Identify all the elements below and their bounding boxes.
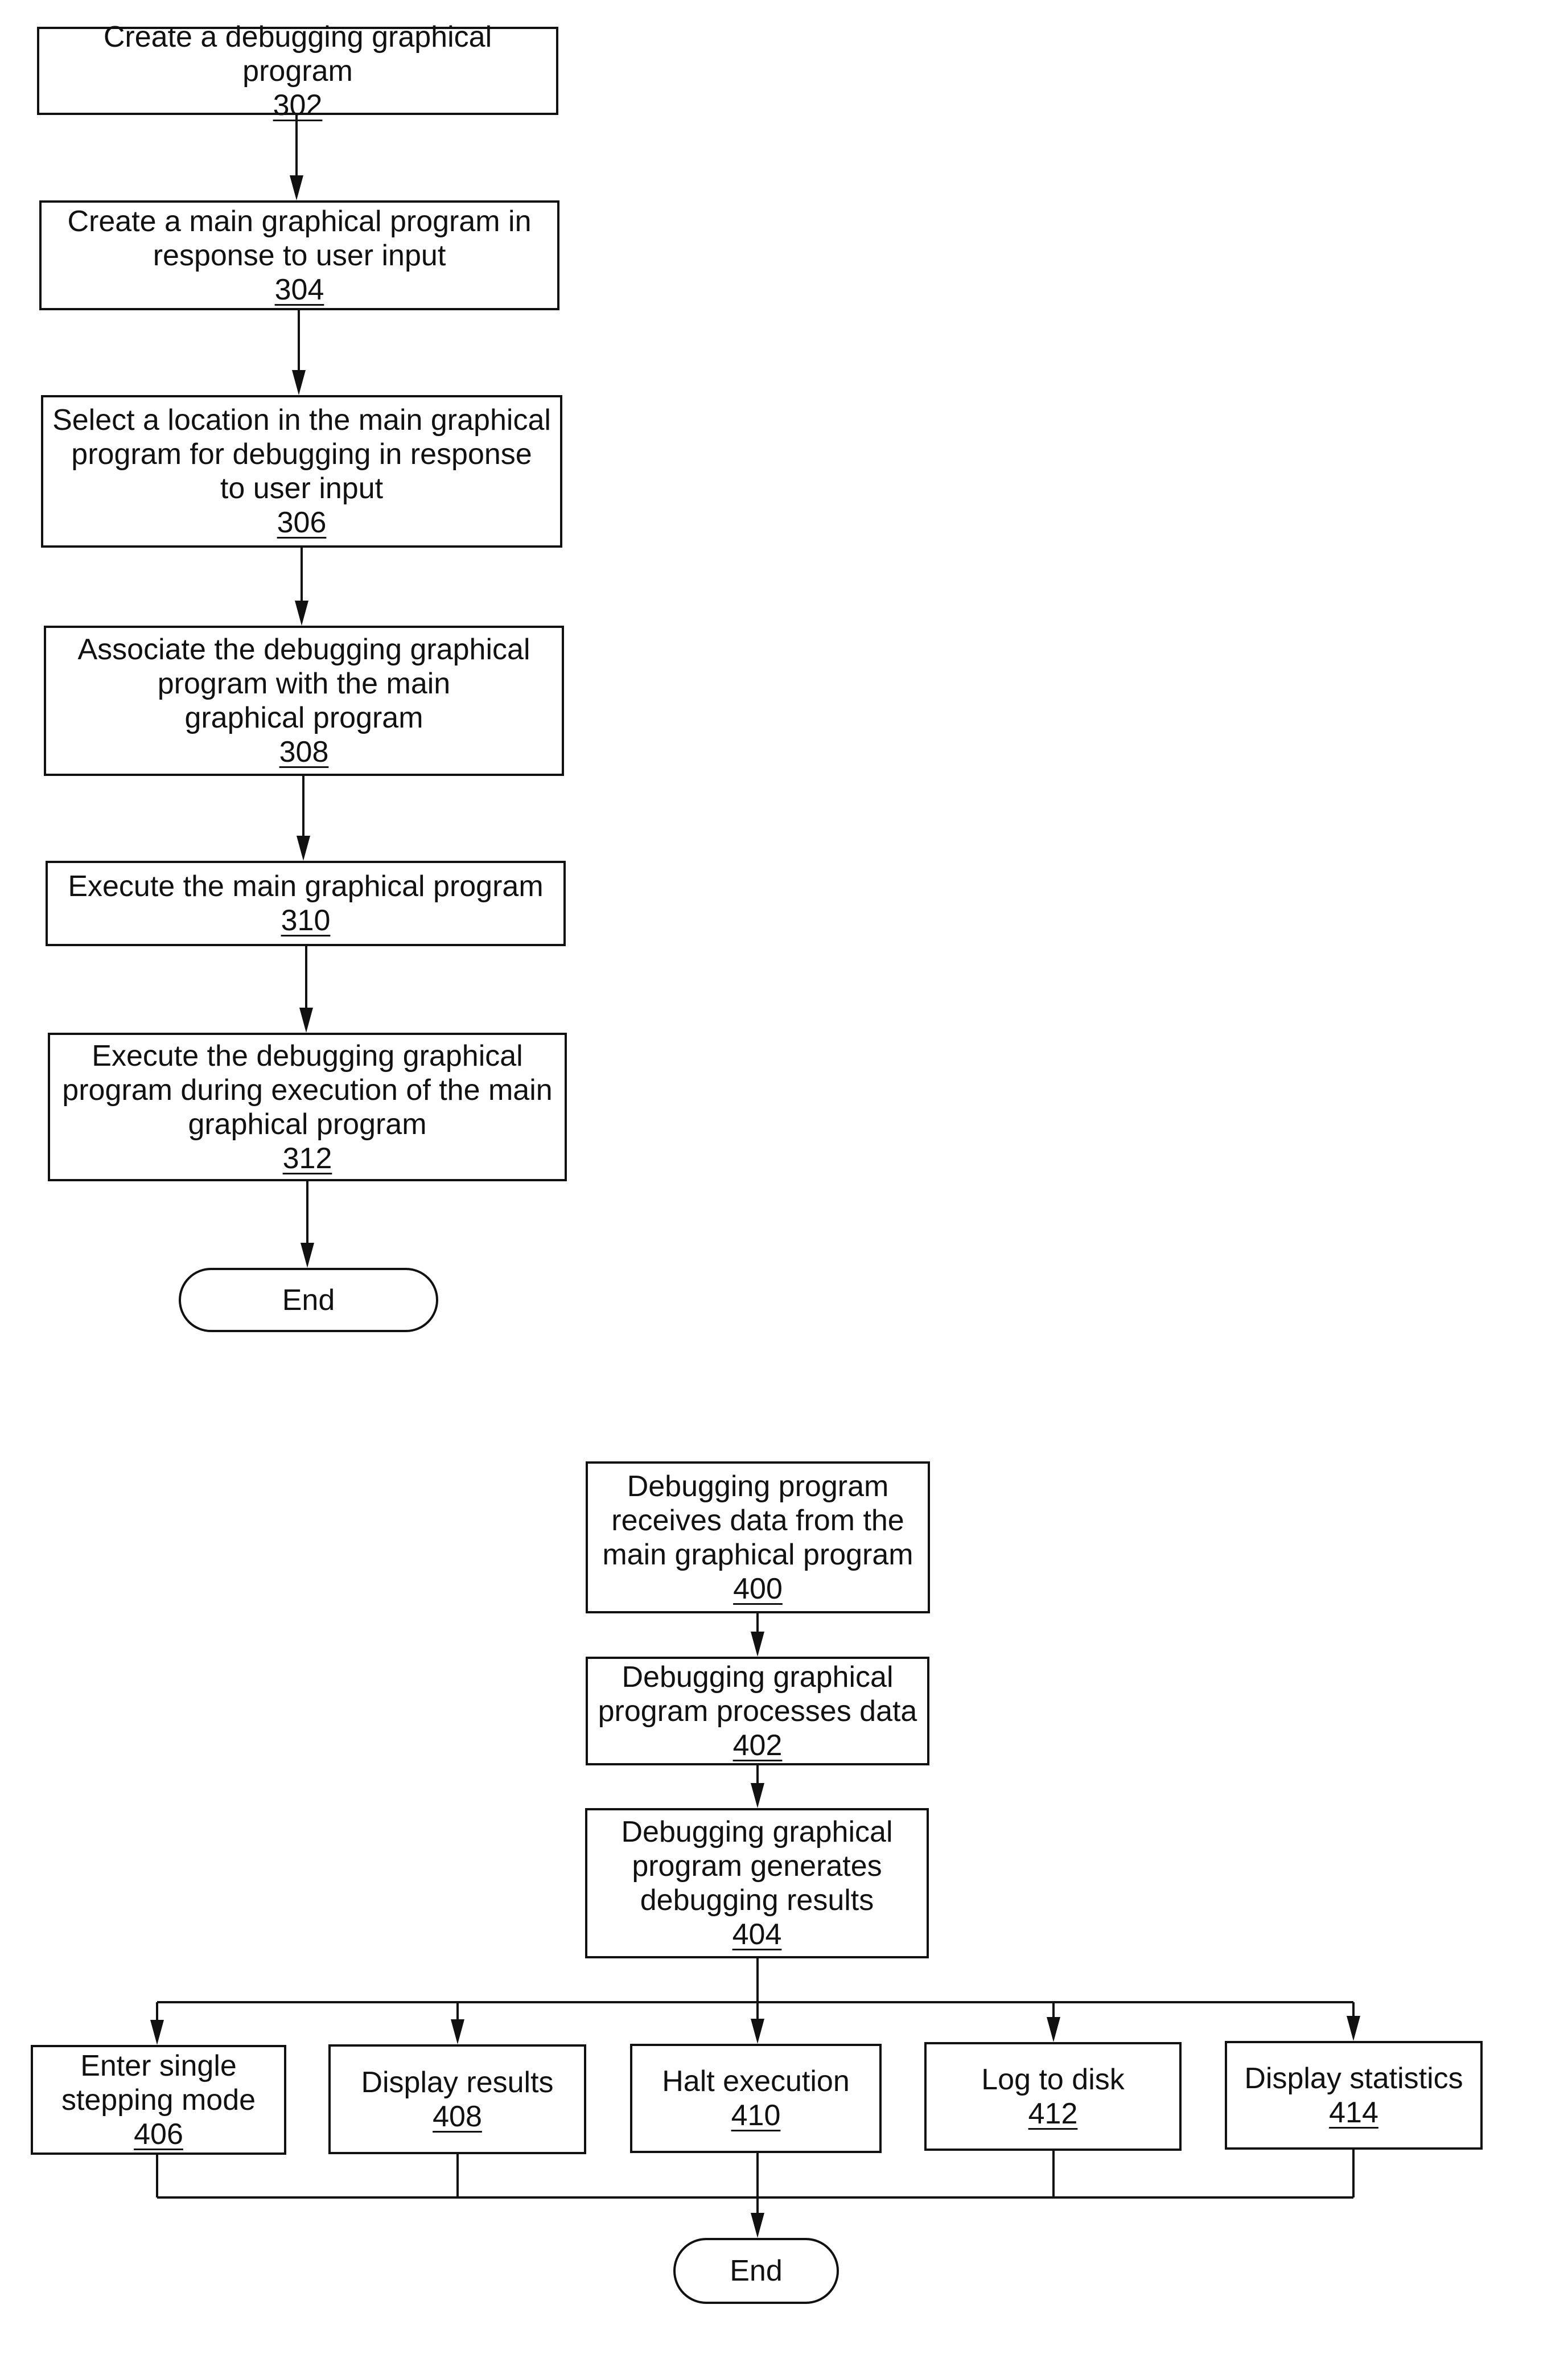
step-text: program generates — [632, 1850, 882, 1883]
step-404: Debugging graphical program generates de… — [585, 1808, 929, 1958]
step-text: main graphical program — [602, 1538, 913, 1571]
end-terminal-top: End — [179, 1268, 438, 1332]
step-number: 404 — [732, 1918, 782, 1951]
arrowhead-icon — [299, 1008, 313, 1033]
step-text: Debugging graphical — [622, 1660, 894, 1694]
step-number: 310 — [281, 904, 331, 937]
branch-412: Log to disk 412 — [924, 2042, 1182, 2151]
step-text: program processes data — [598, 1694, 917, 1728]
step-number: 402 — [732, 1728, 783, 1762]
arrowhead-icon — [1047, 2017, 1060, 2042]
step-number: 304 — [274, 273, 324, 306]
step-number: 312 — [282, 1141, 332, 1175]
step-text: graphical program — [188, 1107, 427, 1141]
step-text: program with the main — [157, 667, 451, 700]
arrowhead-icon — [451, 2019, 464, 2044]
arrowhead-icon — [751, 1632, 764, 1657]
step-text: Create a main graphical program in — [67, 204, 532, 238]
step-text: Associate the debugging graphical — [77, 633, 530, 666]
arrowhead-icon — [295, 601, 308, 626]
step-text: Select a location in the main graphical — [52, 404, 551, 437]
step-text: Display statistics — [1244, 2061, 1463, 2095]
step-text: stepping mode — [61, 2083, 256, 2117]
step-text: to user input — [220, 472, 384, 505]
arrowhead-icon — [297, 836, 310, 861]
arrowhead-icon — [150, 2020, 164, 2045]
step-text: response to user input — [153, 239, 446, 272]
step-304: Create a main graphical program in respo… — [39, 200, 559, 310]
end-terminal-bottom: End — [673, 2238, 839, 2304]
arrowhead-icon — [751, 1783, 764, 1808]
step-400: Debugging program receives data from the… — [586, 1461, 930, 1613]
step-402: Debugging graphical program processes da… — [586, 1657, 929, 1765]
step-text: Execute the debugging graphical — [92, 1039, 523, 1073]
step-text: Debugging program — [627, 1469, 889, 1503]
branch-406: Enter single stepping mode 406 — [31, 2045, 286, 2155]
step-text: Debugging graphical — [621, 1815, 893, 1848]
step-text: graphical program — [184, 701, 423, 734]
step-number: 408 — [433, 2100, 482, 2133]
step-text: program during execution of the main — [62, 1073, 553, 1107]
step-number: 406 — [134, 2117, 183, 2151]
step-text: Display results — [361, 2065, 554, 2099]
step-number: 410 — [731, 2099, 781, 2132]
step-number: 414 — [1329, 2096, 1378, 2129]
step-306: Select a location in the main graphical … — [41, 395, 562, 548]
arrowhead-icon — [290, 175, 303, 200]
step-number: 400 — [733, 1572, 783, 1605]
arrowhead-icon — [1347, 2016, 1360, 2041]
arrowhead-icon — [301, 1243, 314, 1268]
step-number: 306 — [277, 506, 327, 539]
step-text: program for debugging in response — [71, 438, 532, 471]
arrowhead-icon — [751, 2019, 764, 2044]
step-308: Associate the debugging graphical progra… — [44, 626, 564, 776]
branch-414: Display statistics 414 — [1225, 2041, 1483, 2150]
step-312: Execute the debugging graphical program … — [48, 1033, 567, 1181]
branch-410: Halt execution 410 — [630, 2044, 882, 2153]
arrowhead-icon — [751, 2213, 764, 2238]
step-text: receives data from the — [611, 1504, 904, 1537]
step-text: debugging results — [640, 1884, 874, 1917]
arrowhead-icon — [292, 370, 306, 395]
step-number: 412 — [1028, 2097, 1078, 2130]
end-label: End — [730, 2254, 783, 2287]
step-text: Enter single — [80, 2049, 237, 2082]
step-text: Create a debugging graphical program — [103, 20, 492, 88]
end-label: End — [282, 1283, 335, 1317]
step-text: Halt execution — [662, 2065, 850, 2098]
step-text: Execute the main graphical program — [68, 870, 544, 903]
step-number: 302 — [273, 88, 323, 122]
step-302: Create a debugging graphical program 302 — [37, 20, 558, 122]
step-310: Execute the main graphical program 310 — [46, 861, 566, 946]
step-text: Log to disk — [981, 2063, 1125, 2096]
branch-408: Display results 408 — [328, 2044, 586, 2154]
step-number: 308 — [279, 736, 329, 769]
